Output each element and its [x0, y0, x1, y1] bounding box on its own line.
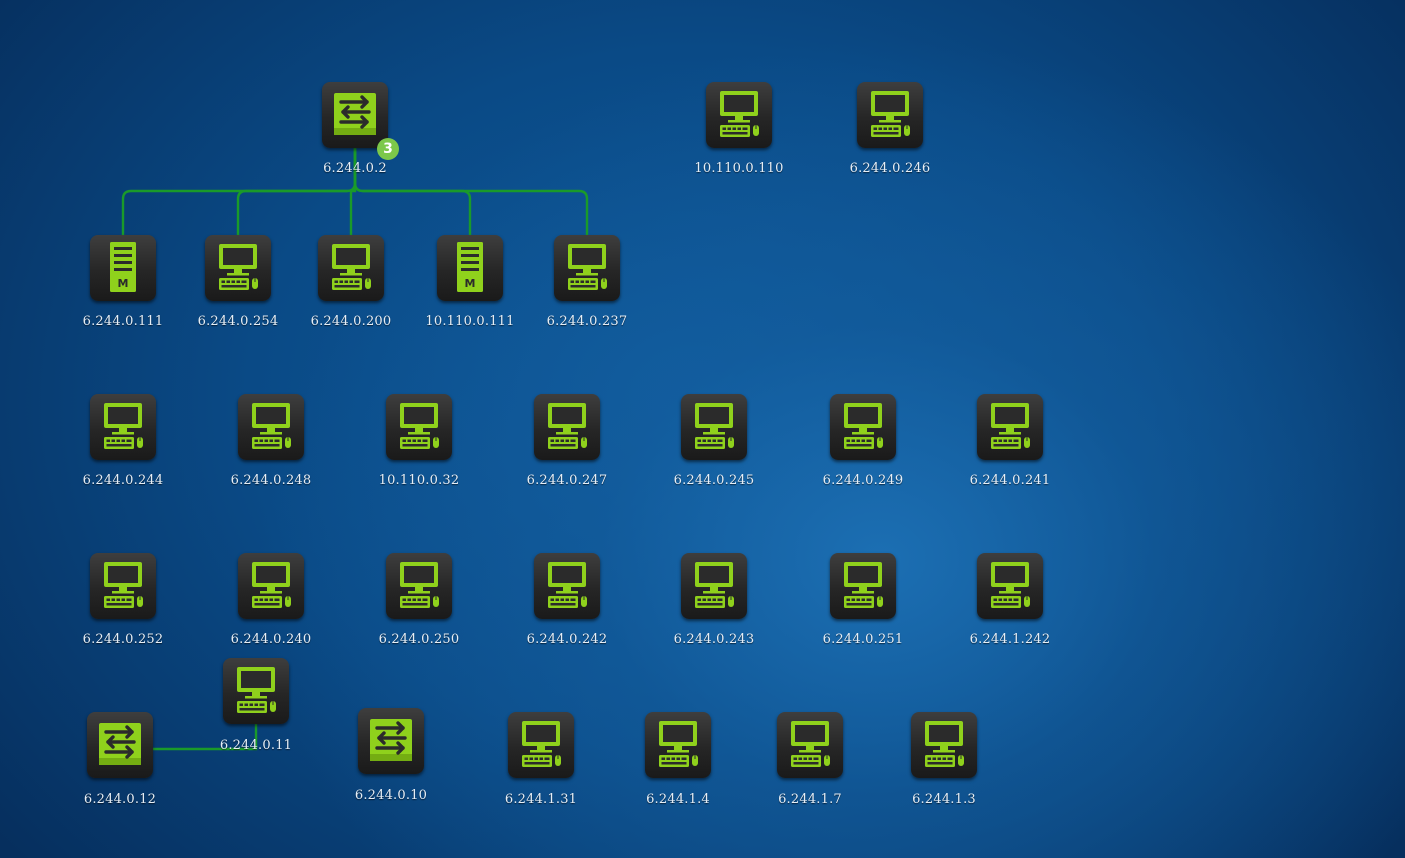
- node-label: 6.244.0.10: [354, 788, 428, 803]
- node-pc-6-244-0-249[interactable]: 6.244.0.249: [803, 394, 923, 504]
- node-label: 10.110.0.32: [378, 473, 460, 488]
- node-pc-6-244-0-244[interactable]: 6.244.0.244: [63, 394, 183, 504]
- node-label: 6.244.1.3: [912, 792, 976, 807]
- computer-icon: [977, 394, 1043, 460]
- node-switch-6-244-0-10[interactable]: 6.244.0.10: [331, 708, 451, 818]
- computer-icon: [386, 394, 452, 460]
- node-label: 6.244.0.250: [378, 632, 460, 647]
- node-label: 6.244.0.242: [526, 632, 608, 647]
- node-pc-6-244-0-240[interactable]: 6.244.0.240: [211, 553, 331, 663]
- computer-icon: [681, 394, 747, 460]
- node-pc-6-244-0-237[interactable]: 6.244.0.237: [527, 235, 647, 345]
- switch-icon: [322, 82, 388, 148]
- computer-icon: [534, 394, 600, 460]
- node-pc-6-244-0-252[interactable]: 6.244.0.252: [63, 553, 183, 663]
- computer-icon: [386, 553, 452, 619]
- node-label: 6.244.0.249: [822, 473, 904, 488]
- computer-icon: [777, 712, 843, 778]
- computer-icon: [223, 658, 289, 724]
- node-label: 6.244.0.247: [526, 473, 608, 488]
- node-pc-6-244-0-245[interactable]: 6.244.0.245: [654, 394, 774, 504]
- computer-icon: [830, 553, 896, 619]
- node-label: 6.244.1.4: [646, 792, 710, 807]
- node-pc-6-244-0-11[interactable]: 6.244.0.11: [196, 658, 316, 768]
- computer-icon: [205, 235, 271, 301]
- svg-text:M: M: [118, 277, 129, 290]
- node-label: 6.244.1.7: [778, 792, 842, 807]
- svg-text:M: M: [465, 277, 476, 290]
- node-server-10-110-0-111[interactable]: M 10.110.0.111: [410, 235, 530, 345]
- node-pc-10-110-0-32[interactable]: 10.110.0.32: [359, 394, 479, 504]
- node-pc-6-244-1-31[interactable]: 6.244.1.31: [481, 712, 601, 822]
- node-pc-6-244-0-243[interactable]: 6.244.0.243: [654, 553, 774, 663]
- node-label: 6.244.0.2: [323, 161, 387, 176]
- node-label: 6.244.0.200: [310, 314, 392, 329]
- node-label: 6.244.0.246: [849, 161, 931, 176]
- switch-icon: [358, 708, 424, 774]
- node-pc-10-110-0-110[interactable]: 10.110.0.110: [679, 82, 799, 192]
- node-label: 6.244.1.242: [969, 632, 1051, 647]
- computer-icon: [645, 712, 711, 778]
- computer-icon: [681, 553, 747, 619]
- node-server-6-244-0-111[interactable]: M 6.244.0.111: [63, 235, 183, 345]
- computer-icon: [318, 235, 384, 301]
- node-pc-6-244-1-7[interactable]: 6.244.1.7: [750, 712, 870, 822]
- node-pc-6-244-1-4[interactable]: 6.244.1.4: [618, 712, 738, 822]
- node-switch-6-244-0-12[interactable]: 6.244.0.12: [60, 712, 180, 822]
- computer-icon: [830, 394, 896, 460]
- computer-icon: [554, 235, 620, 301]
- node-label: 6.244.1.31: [504, 792, 578, 807]
- node-pc-6-244-0-250[interactable]: 6.244.0.250: [359, 553, 479, 663]
- node-label: 10.110.0.110: [694, 161, 784, 176]
- node-pc-6-244-0-242[interactable]: 6.244.0.242: [507, 553, 627, 663]
- switch-icon: [87, 712, 153, 778]
- node-pc-6-244-0-248[interactable]: 6.244.0.248: [211, 394, 331, 504]
- server-icon: M: [90, 235, 156, 301]
- node-pc-6-244-0-246[interactable]: 6.244.0.246: [830, 82, 950, 192]
- computer-icon: [90, 394, 156, 460]
- node-label: 10.110.0.111: [425, 314, 515, 329]
- node-label: 6.244.0.245: [673, 473, 755, 488]
- node-label: 6.244.0.243: [673, 632, 755, 647]
- computer-icon: [977, 553, 1043, 619]
- node-label: 6.244.0.237: [546, 314, 628, 329]
- node-label: 6.244.0.241: [969, 473, 1051, 488]
- node-pc-6-244-1-242[interactable]: 6.244.1.242: [950, 553, 1070, 663]
- computer-icon: [90, 553, 156, 619]
- node-pc-6-244-0-251[interactable]: 6.244.0.251: [803, 553, 923, 663]
- computer-icon: [534, 553, 600, 619]
- node-label: 6.244.0.248: [230, 473, 312, 488]
- node-label: 6.244.0.240: [230, 632, 312, 647]
- computer-icon: [706, 82, 772, 148]
- node-pc-6-244-0-254[interactable]: 6.244.0.254: [178, 235, 298, 345]
- computer-icon: [238, 394, 304, 460]
- node-pc-6-244-0-200[interactable]: 6.244.0.200: [291, 235, 411, 345]
- server-icon: M: [437, 235, 503, 301]
- node-label: 6.244.0.254: [197, 314, 279, 329]
- computer-icon: [911, 712, 977, 778]
- node-switch-6-244-0-2[interactable]: 3 6.244.0.2: [295, 82, 415, 192]
- node-label: 6.244.0.251: [822, 632, 904, 647]
- node-label: 6.244.0.11: [219, 738, 293, 753]
- node-label: 6.244.0.12: [83, 792, 157, 807]
- node-label: 6.244.0.111: [82, 314, 164, 329]
- node-label: 6.244.0.244: [82, 473, 164, 488]
- node-pc-6-244-0-247[interactable]: 6.244.0.247: [507, 394, 627, 504]
- child-count-badge[interactable]: 3: [377, 138, 399, 160]
- computer-icon: [508, 712, 574, 778]
- node-pc-6-244-0-241[interactable]: 6.244.0.241: [950, 394, 1070, 504]
- computer-icon: [857, 82, 923, 148]
- node-pc-6-244-1-3[interactable]: 6.244.1.3: [884, 712, 1004, 822]
- node-label: 6.244.0.252: [82, 632, 164, 647]
- computer-icon: [238, 553, 304, 619]
